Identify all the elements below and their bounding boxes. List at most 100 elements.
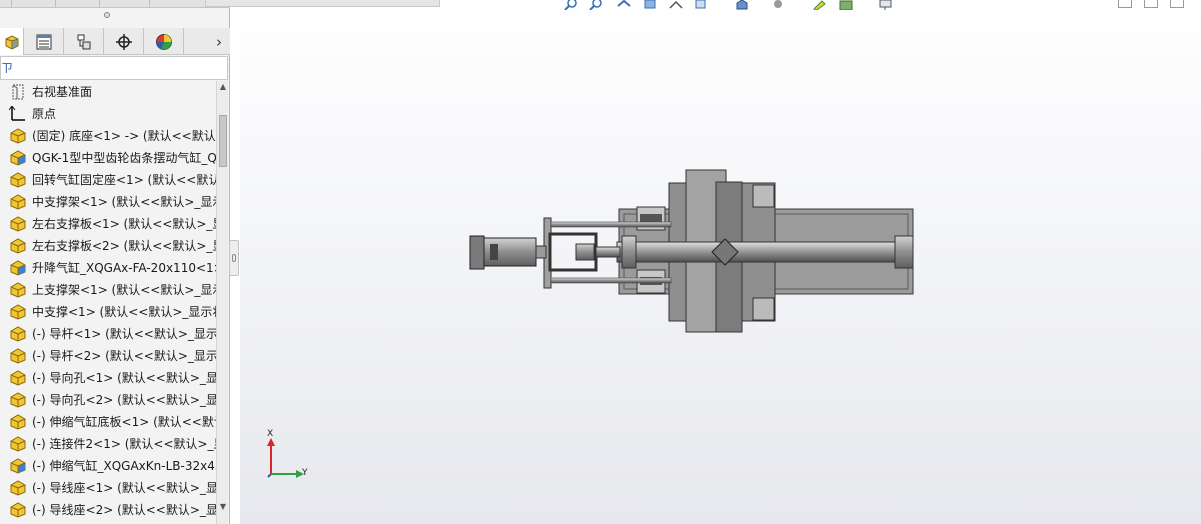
tree-item[interactable]: (-) 连接件2<1> (默认<<默认>_显 [0, 433, 216, 455]
display-manager-icon [155, 33, 172, 50]
top-strip-tab[interactable] [0, 0, 12, 7]
filter-icon[interactable]: ㄗ [1, 59, 15, 77]
part-icon [9, 370, 27, 386]
tree-item-label: 中支撑<1> (默认<<默认>_显示状 [32, 305, 216, 319]
plane-icon [9, 84, 27, 100]
previous-view-icon[interactable] [616, 0, 632, 10]
tree-item[interactable]: 中支撑架<1> (默认<<默认>_显示 [0, 191, 216, 213]
part-icon [9, 414, 27, 430]
top-tab-strip [0, 0, 230, 8]
tree-item[interactable]: 上支撑架<1> (默认<<默认>_显示 [0, 279, 216, 301]
part-icon [9, 502, 27, 518]
tree-item[interactable]: (-) 伸缩气缸底板<1> (默认<<默认 [0, 411, 216, 433]
tree-item[interactable]: (-) 导杆<1> (默认<<默认>_显示状 [0, 323, 216, 345]
tree-item-label: 中支撑架<1> (默认<<默认>_显示 [32, 195, 216, 209]
tree-scrollbar[interactable]: ▲ ▼ [216, 81, 228, 524]
coordinate-triad: X Y [262, 429, 322, 482]
tree-item-label: (-) 导向孔<2> (默认<<默认>_显示 [32, 393, 216, 407]
tree-item[interactable]: (固定) 底座<1> -> (默认<<默认> [0, 125, 216, 147]
tree-item-label: 原点 [32, 107, 57, 121]
panel-grip[interactable] [104, 12, 110, 18]
tree-item-label: 左右支撑板<1> (默认<<默认>_显 [32, 217, 216, 231]
tree-item-label: QGK-1型中型齿轮齿条摆动气缸_Q [32, 151, 216, 165]
tree-item[interactable]: 右视基准面 [0, 81, 216, 103]
top-strip-tab[interactable] [150, 0, 206, 7]
tree-item[interactable]: (-) 导杆<2> (默认<<默认>_显示状 [0, 345, 216, 367]
part-icon [9, 436, 27, 452]
tree-item[interactable]: (-) 导线座<1> (默认<<默认>_显示 [0, 477, 216, 499]
feature-manager-panel: › ㄗ 右视基准面原点 (固定) 底座<1> -> (默认<<默认> QGK-1型中… [0, 0, 230, 524]
zoom-to-area-icon[interactable] [588, 0, 604, 10]
scroll-thumb[interactable] [219, 115, 227, 167]
tree-item-label: (-) 连接件2<1> (默认<<默认>_显 [32, 437, 216, 451]
tree-item-label: 右视基准面 [32, 85, 93, 99]
part-icon [9, 216, 27, 232]
tree-item-label: 升降气缸_XQGAx-FA-20x110<1> [32, 261, 216, 275]
tree-item[interactable]: (-) 导线座<2> (默认<<默认>_显示 [0, 499, 216, 521]
scroll-down-button[interactable]: ▼ [217, 501, 229, 513]
top-strip-tab[interactable] [100, 0, 150, 7]
tree-filter-input[interactable] [17, 59, 223, 77]
display-style-icon[interactable] [734, 0, 750, 10]
assembly-icon [9, 260, 27, 276]
part-icon [9, 480, 27, 496]
apply-scene-icon[interactable] [838, 0, 854, 10]
property-manager-tab[interactable] [24, 28, 64, 55]
display-manager-tab[interactable] [144, 28, 184, 55]
assembly-icon [9, 150, 27, 166]
scroll-up-button[interactable]: ▲ [217, 81, 229, 93]
dimxpert-icon [115, 33, 132, 50]
configuration-manager-tab[interactable] [64, 28, 104, 55]
part-icon [9, 238, 27, 254]
minimize-button[interactable] [1118, 0, 1132, 8]
dimxpert-manager-tab[interactable] [104, 28, 144, 55]
part-icon [9, 172, 27, 188]
part-icon [9, 194, 27, 210]
tree-item-label: (-) 导杆<1> (默认<<默认>_显示状 [32, 327, 216, 341]
tree-item[interactable]: QGK-1型中型齿轮齿条摆动气缸_Q [0, 147, 216, 169]
close-button[interactable] [1170, 0, 1184, 8]
tree-item[interactable]: 回转气缸固定座<1> (默认<<默认 [0, 169, 216, 191]
graphics-viewport[interactable] [240, 0, 1201, 524]
tree-item[interactable]: 左右支撑板<2> (默认<<默认>_显 [0, 235, 216, 257]
tree-item-label: 左右支撑板<2> (默认<<默认>_显 [32, 239, 216, 253]
tree-item[interactable]: 中支撑<1> (默认<<默认>_显示状 [0, 301, 216, 323]
tab-expand-button[interactable]: › [208, 28, 230, 55]
hide-show-items-icon[interactable] [770, 0, 786, 10]
zoom-to-fit-icon[interactable] [563, 0, 579, 10]
feature-manager-icon [5, 34, 18, 50]
tree-item[interactable]: 升降气缸_XQGAx-FA-20x110<1> [0, 257, 216, 279]
tree-item[interactable]: (-) 伸缩气缸_XQGAxKn-LB-32x45 [0, 455, 216, 477]
triad-axes-icon [267, 438, 304, 478]
document-tab-strip[interactable] [205, 0, 440, 7]
tree-item-label: (-) 伸缩气缸_XQGAxKn-LB-32x45 [32, 459, 216, 473]
top-strip-tab[interactable] [12, 0, 56, 7]
tree-item-label: 回转气缸固定座<1> (默认<<默认 [32, 173, 216, 187]
feature-manager-tab[interactable] [0, 28, 24, 55]
splitter-grip-icon [232, 254, 236, 262]
feature-tree: 右视基准面原点 (固定) 底座<1> -> (默认<<默认> QGK-1型中型齿轮齿… [0, 81, 216, 524]
tree-item-label: (-) 导杆<2> (默认<<默认>_显示状 [32, 349, 216, 363]
tree-filter: ㄗ [0, 56, 228, 80]
view-orientation-icon[interactable] [693, 0, 709, 10]
dynamic-annotation-icon[interactable] [668, 0, 684, 10]
origin-icon [8, 105, 27, 122]
top-strip-tab[interactable] [56, 0, 100, 7]
tree-item-label: (-) 伸缩气缸底板<1> (默认<<默认 [32, 415, 216, 429]
edit-appearance-icon[interactable] [812, 0, 828, 10]
part-icon [9, 304, 27, 320]
view-settings-icon[interactable] [878, 0, 894, 10]
tree-item[interactable]: (-) 导向孔<1> (默认<<默认>_显示 [0, 367, 216, 389]
restore-button[interactable] [1144, 0, 1158, 8]
tree-item[interactable]: (-) 导向孔<2> (默认<<默认>_显示 [0, 389, 216, 411]
tree-item-label: (-) 导线座<2> (默认<<默认>_显示 [32, 503, 216, 517]
section-view-icon[interactable] [642, 0, 658, 10]
assembly-icon [9, 458, 27, 474]
tree-item-label: (固定) 底座<1> -> (默认<<默认> [32, 129, 216, 143]
tree-item[interactable]: 原点 [0, 103, 216, 125]
triad-x-label: X [267, 429, 274, 439]
tree-item[interactable]: 左右支撑板<1> (默认<<默认>_显 [0, 213, 216, 235]
heads-up-view-toolbar [560, 0, 900, 12]
part-icon [9, 392, 27, 408]
panel-splitter-handle[interactable] [229, 240, 239, 276]
